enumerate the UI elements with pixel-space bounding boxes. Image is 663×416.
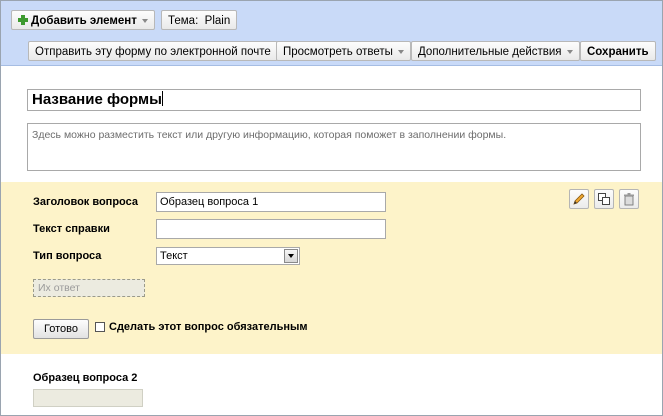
more-actions-label: Дополнительные действия <box>418 46 562 58</box>
next-question-title[interactable]: Образец вопроса 2 <box>33 372 137 384</box>
required-label: Сделать этот вопрос обязательным <box>109 321 308 333</box>
theme-value: Plain <box>204 15 231 27</box>
duplicate-question-button[interactable] <box>594 189 614 209</box>
delete-question-button[interactable] <box>619 189 639 209</box>
view-responses-button[interactable]: Просмотреть ответы <box>276 41 411 61</box>
text-cursor <box>161 91 163 106</box>
chevron-down-icon <box>397 49 404 54</box>
help-text-input[interactable] <box>156 219 386 239</box>
help-text-label: Текст справки <box>33 223 110 235</box>
trash-icon <box>624 193 634 206</box>
required-checkbox[interactable] <box>95 322 105 332</box>
save-button[interactable]: Сохранить <box>580 41 656 61</box>
email-form-button[interactable]: Отправить эту форму по электронной почте <box>28 41 278 61</box>
question-title-value: Образец вопроса 1 <box>160 196 259 208</box>
form-description-input[interactable]: Здесь можно разместить текст или другую … <box>27 123 641 171</box>
theme-label: Тема: <box>168 15 199 27</box>
theme-button[interactable]: Тема: Plain <box>161 10 238 30</box>
toolbar-header: Добавить элемент Тема: Plain Отправить э… <box>1 1 662 66</box>
question-type-select[interactable]: Текст <box>156 247 300 265</box>
email-form-label: Отправить эту форму по электронной почте <box>35 46 271 58</box>
plus-icon <box>18 15 28 25</box>
question-editor: Заголовок вопроса Образец вопроса 1 Текс… <box>1 182 662 354</box>
dropdown-arrow-icon[interactable] <box>284 249 298 263</box>
answer-preview-field: Их ответ <box>33 279 145 297</box>
form-title-input[interactable]: Название формы <box>27 89 641 111</box>
view-responses-label: Просмотреть ответы <box>283 46 393 58</box>
pencil-icon <box>573 193 585 205</box>
form-description-text: Здесь можно разместить текст или другую … <box>32 129 507 141</box>
edit-question-button[interactable] <box>569 189 589 209</box>
question-type-value: Текст <box>160 250 188 262</box>
chevron-down-icon <box>141 18 148 23</box>
done-button[interactable]: Готово <box>33 319 89 339</box>
add-item-button[interactable]: Добавить элемент <box>11 10 155 30</box>
duplicate-icon <box>598 193 610 205</box>
answer-placeholder: Их ответ <box>38 282 80 294</box>
form-title-text: Название формы <box>32 91 162 108</box>
add-item-label: Добавить элемент <box>31 15 137 27</box>
question-title-input[interactable]: Образец вопроса 1 <box>156 192 386 212</box>
form-editor-window: Добавить элемент Тема: Plain Отправить э… <box>0 0 663 416</box>
next-question-answer-field <box>33 389 143 407</box>
done-label: Готово <box>44 323 78 335</box>
question-title-label: Заголовок вопроса <box>33 196 138 208</box>
chevron-down-icon <box>566 49 573 54</box>
question-type-label: Тип вопроса <box>33 250 102 262</box>
more-actions-button[interactable]: Дополнительные действия <box>411 41 580 61</box>
save-label: Сохранить <box>587 46 649 58</box>
